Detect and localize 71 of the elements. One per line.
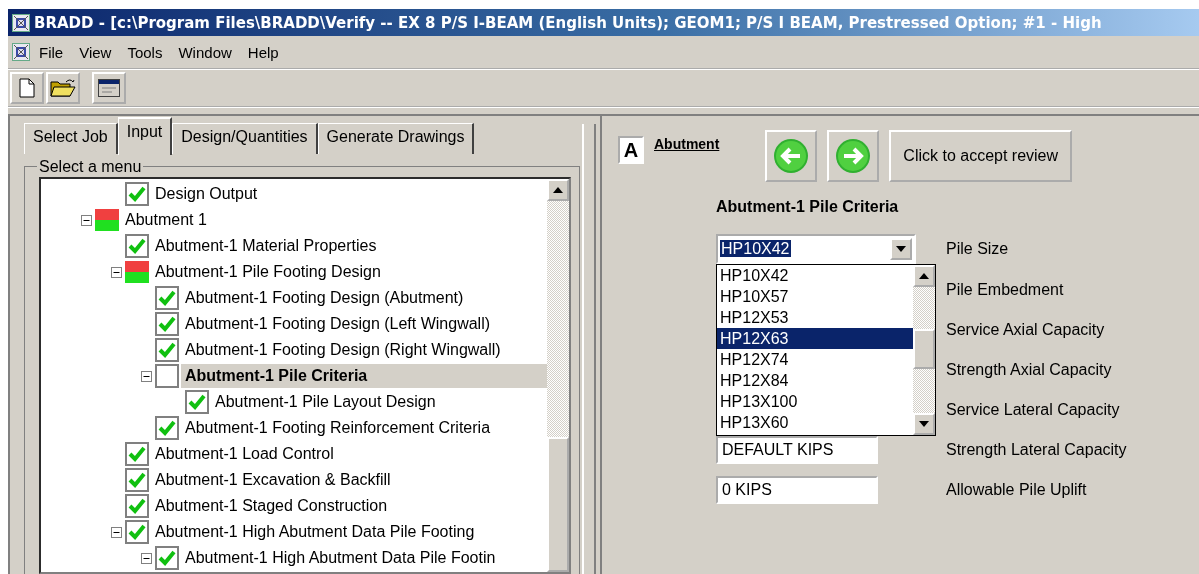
menu-item[interactable]: Tools bbox=[120, 40, 170, 64]
dropdown-option[interactable]: HP10X57 bbox=[717, 286, 913, 307]
input-field[interactable]: DEFAULT KIPS bbox=[716, 436, 878, 464]
back-button[interactable] bbox=[765, 130, 818, 182]
collapse-icon[interactable] bbox=[111, 266, 122, 278]
window-button[interactable] bbox=[92, 72, 126, 104]
dropdown-option[interactable]: HP12X74 bbox=[717, 349, 913, 370]
tree-item[interactable]: Abutment-1 Footing Design (Abutment) bbox=[181, 286, 547, 310]
new-file-icon bbox=[19, 78, 35, 98]
tree-item[interactable]: Abutment-1 Excavation & Backfill bbox=[151, 468, 547, 492]
scrollbar-thumb[interactable] bbox=[547, 437, 569, 572]
collapse-icon[interactable] bbox=[141, 370, 152, 382]
tree-item[interactable]: Design Output bbox=[151, 182, 547, 206]
folder-icon bbox=[50, 78, 76, 98]
tree-item[interactable]: Abutment-1 Material Properties bbox=[151, 234, 547, 258]
section-link[interactable]: Abutment bbox=[654, 136, 720, 152]
window-icon bbox=[98, 79, 120, 97]
field-label: Strength Lateral Capacity bbox=[945, 441, 1128, 459]
open-button[interactable] bbox=[46, 72, 80, 104]
back-arrow-icon bbox=[773, 138, 810, 174]
menu-item[interactable]: Window bbox=[171, 40, 239, 64]
tab[interactable]: Generate Drawings bbox=[317, 123, 475, 154]
field-label: Service Lateral Capacity bbox=[945, 401, 1121, 419]
dropdown-arrow-icon[interactable] bbox=[896, 246, 906, 252]
dropdown-option[interactable]: HP13X60 bbox=[717, 412, 913, 433]
dropdown-option[interactable]: HP12X53 bbox=[717, 307, 913, 328]
dropdown-option[interactable]: HP13X100 bbox=[717, 391, 913, 412]
menu-item[interactable]: File bbox=[32, 40, 71, 64]
scroll-down-icon[interactable] bbox=[919, 421, 929, 427]
pile-size-dropdown[interactable]: HP10X42 bbox=[716, 234, 916, 264]
menu-item[interactable]: Help bbox=[240, 40, 286, 64]
tree-item[interactable]: Abutment-1 Footing Design (Right Wingwall) bbox=[181, 338, 547, 362]
accept-review-button[interactable]: Click to accept review bbox=[889, 130, 1073, 182]
splitter[interactable] bbox=[582, 124, 596, 574]
scroll-up-icon[interactable] bbox=[919, 273, 929, 279]
field-label: Pile Size bbox=[945, 240, 1010, 258]
forward-arrow-icon bbox=[835, 138, 872, 174]
tree-item[interactable]: Abutment-1 Pile Footing Design bbox=[151, 260, 547, 284]
collapse-icon[interactable] bbox=[111, 526, 122, 538]
dropdown-option[interactable]: HP12X84 bbox=[717, 370, 913, 391]
menu-item[interactable]: View bbox=[72, 40, 119, 64]
field-label: Strength Axial Capacity bbox=[945, 361, 1113, 379]
tree-item[interactable]: Abutment-1 Footing Design (Left Wingwall) bbox=[181, 312, 547, 336]
tree-item[interactable]: Abutment 1 bbox=[121, 208, 547, 232]
collapse-icon[interactable] bbox=[81, 214, 92, 226]
tab[interactable]: Select Job bbox=[24, 123, 118, 154]
tab[interactable]: Design/Quantities bbox=[172, 123, 318, 154]
field-label: Pile Embedment bbox=[945, 281, 1065, 299]
input-field[interactable]: 0 KIPS bbox=[716, 476, 878, 504]
dropdown-option[interactable]: HP10X42 bbox=[717, 265, 913, 286]
tree-item[interactable]: Abutment-1 High Abutment Data Pile Footing bbox=[151, 520, 547, 544]
forward-button[interactable] bbox=[827, 130, 880, 182]
scrollbar[interactable] bbox=[547, 179, 569, 572]
scrollbar-thumb[interactable] bbox=[913, 329, 935, 369]
new-file-button[interactable] bbox=[10, 72, 44, 104]
collapse-icon[interactable] bbox=[141, 552, 152, 564]
tab[interactable]: Input bbox=[117, 117, 173, 155]
window-title: BRADD - [c:\Program Files\BRADD\Verify -- EX 8 P/S I-BEAM (English Units); GEOM1; P/S I BEAM, Prestressed Option; #1 - High bbox=[34, 13, 1102, 32]
field-label: Allowable Pile Uplift bbox=[945, 481, 1088, 499]
app-icon bbox=[12, 13, 30, 32]
field-label: Service Axial Capacity bbox=[945, 321, 1106, 339]
dropdown-option[interactable]: HP12X63 bbox=[717, 328, 913, 349]
tree-item[interactable]: Abutment-1 Load Control bbox=[151, 442, 547, 466]
tree-item[interactable]: Abutment-1 Pile Criteria bbox=[181, 364, 547, 388]
section-badge: A bbox=[618, 136, 644, 164]
tree-item[interactable]: Abutment-1 Staged Construction bbox=[151, 494, 547, 518]
tree-item[interactable]: Abutment-1 Pile Layout Design bbox=[211, 390, 547, 414]
form-title: Abutment-1 Pile Criteria bbox=[716, 198, 900, 216]
scroll-up-icon[interactable] bbox=[553, 187, 563, 193]
tree-item[interactable]: Abutment-1 Footing Reinforcement Criteria bbox=[181, 416, 547, 440]
tree-item[interactable]: Abutment-1 High Abutment Data Pile Footin bbox=[181, 546, 547, 570]
